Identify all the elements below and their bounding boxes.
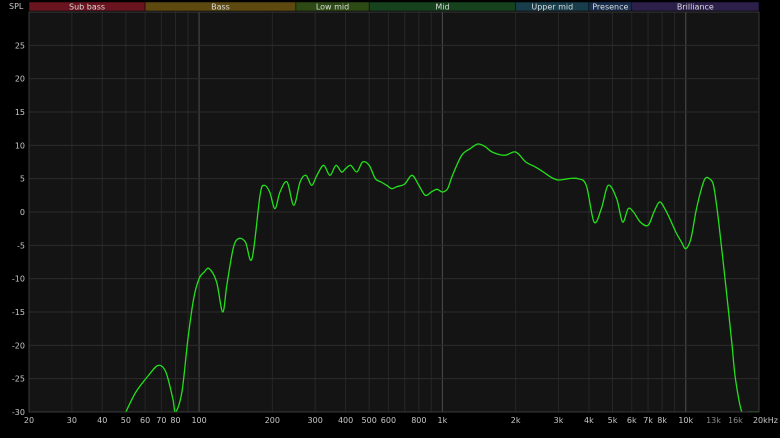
x-tick-label: 10k — [678, 416, 693, 425]
y-tick-label: -25 — [12, 375, 25, 384]
y-tick-label: 15 — [15, 108, 25, 117]
x-tick-label: 6k — [627, 416, 637, 425]
x-tick-label: 20 — [24, 416, 34, 425]
x-tick-label: 30 — [67, 416, 77, 425]
band-label: Upper mid — [531, 2, 573, 11]
x-tick-label: 600 — [381, 416, 396, 425]
x-tick-label: 50 — [121, 416, 131, 425]
x-tick-label: 400 — [338, 416, 353, 425]
x-tick-label: 100 — [191, 416, 206, 425]
y-tick-label: -20 — [12, 341, 25, 350]
x-tick-label: 5k — [608, 416, 618, 425]
x-tick-label: 40 — [97, 416, 107, 425]
frequency-response-chart: Sub bass Bass Low mid Mid Upper mid Presence B… — [0, 0, 780, 438]
band-label: Mid — [435, 2, 449, 11]
y-tick-label: -10 — [12, 275, 25, 284]
band-label: Bass — [211, 2, 230, 11]
y-tick-label: -15 — [12, 308, 25, 317]
y-tick-label: 20 — [15, 75, 25, 84]
y-axis-label: SPL — [9, 2, 24, 11]
x-tick-label: 7k — [643, 416, 653, 425]
x-tick-label: 60 — [140, 416, 150, 425]
x-tick-label: 4k — [584, 416, 594, 425]
x-tick-label: 8k — [657, 416, 667, 425]
x-tick-label: 300 — [308, 416, 323, 425]
y-tick-label: 5 — [20, 175, 25, 184]
x-tick-label: 2k — [511, 416, 521, 425]
x-tick-label: 200 — [265, 416, 280, 425]
x-tick-label: 1k — [438, 416, 448, 425]
x-tick-label: 3k — [554, 416, 564, 425]
chart-svg: Sub bass Bass Low mid Mid Upper mid Presence B… — [9, 1, 778, 425]
x-tick-label: 70 — [156, 416, 166, 425]
x-tick-label: 20kHz — [753, 416, 778, 425]
x-tick-label: 16k — [728, 416, 743, 425]
y-tick-label: -5 — [17, 241, 25, 250]
y-tick-label: 0 — [20, 208, 25, 217]
band-label: Brilliance — [677, 2, 714, 11]
x-tick-label: 500 — [362, 416, 377, 425]
band-label: Low mid — [316, 2, 349, 11]
band-label: Presence — [592, 2, 628, 11]
y-tick-label: 25 — [15, 41, 25, 50]
band-label: Sub bass — [69, 2, 105, 11]
x-tick-label: 13k — [706, 416, 721, 425]
x-tick-label: 80 — [170, 416, 180, 425]
x-tick-label: 800 — [411, 416, 426, 425]
y-tick-label: 10 — [15, 141, 25, 150]
